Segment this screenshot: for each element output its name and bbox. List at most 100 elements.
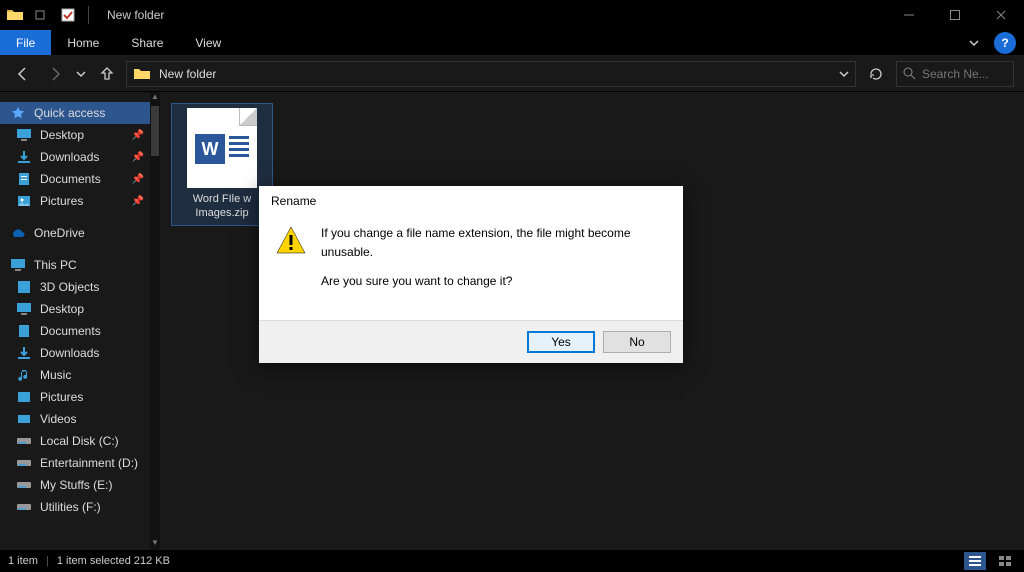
pictures-icon bbox=[16, 193, 32, 209]
back-button[interactable] bbox=[10, 61, 36, 87]
sidebar-item-label: This PC bbox=[34, 258, 77, 272]
rename-dialog: Rename If you change a file name extensi… bbox=[259, 186, 683, 363]
address-dropdown-button[interactable] bbox=[839, 69, 849, 79]
sidebar-quick-access[interactable]: Quick access bbox=[0, 102, 150, 124]
help-button[interactable]: ? bbox=[994, 32, 1016, 54]
status-item-count: 1 item bbox=[8, 555, 38, 567]
scroll-down-button[interactable]: ▼ bbox=[150, 538, 160, 550]
window-controls bbox=[886, 0, 1024, 30]
sidebar-item-downloads-pc[interactable]: Downloads bbox=[0, 342, 150, 364]
separator: | bbox=[46, 555, 49, 567]
dialog-message: If you change a file name extension, the… bbox=[321, 224, 667, 302]
scroll-thumb[interactable] bbox=[151, 106, 159, 156]
window-title: New folder bbox=[99, 8, 164, 22]
videos-icon bbox=[16, 411, 32, 427]
refresh-button[interactable] bbox=[862, 61, 890, 87]
sidebar-item-pictures[interactable]: Pictures 📌 bbox=[0, 190, 150, 212]
sidebar-item-downloads[interactable]: Downloads 📌 bbox=[0, 146, 150, 168]
sidebar-item-label: Entertainment (D:) bbox=[40, 456, 138, 470]
sidebar-item-music[interactable]: Music bbox=[0, 364, 150, 386]
downloads-icon bbox=[16, 345, 32, 361]
tab-file[interactable]: File bbox=[0, 30, 51, 55]
minimize-button[interactable] bbox=[886, 0, 932, 30]
sidebar-this-pc[interactable]: This PC bbox=[0, 254, 150, 276]
file-name: Word FIle w Images.zip bbox=[193, 192, 251, 221]
search-box[interactable] bbox=[896, 61, 1014, 87]
sidebar-item-utilities-f[interactable]: Utilities (F:) bbox=[0, 496, 150, 518]
sidebar-item-label: Videos bbox=[40, 412, 76, 426]
sidebar-item-desktop[interactable]: Desktop 📌 bbox=[0, 124, 150, 146]
up-button[interactable] bbox=[94, 61, 120, 87]
search-input[interactable] bbox=[922, 67, 1002, 81]
sidebar-item-documents-pc[interactable]: Documents bbox=[0, 320, 150, 342]
sidebar-scrollbar[interactable]: ▲ ▼ bbox=[150, 92, 160, 550]
sidebar-item-pictures-pc[interactable]: Pictures bbox=[0, 386, 150, 408]
file-item[interactable]: W Word FIle w Images.zip bbox=[172, 104, 272, 225]
yes-button[interactable]: Yes bbox=[527, 331, 595, 353]
downloads-icon bbox=[16, 149, 32, 165]
desktop-icon bbox=[16, 301, 32, 317]
ribbon-expand-button[interactable] bbox=[962, 30, 986, 55]
sidebar-item-label: Utilities (F:) bbox=[40, 500, 101, 514]
sidebar-item-label: Downloads bbox=[40, 346, 99, 360]
dialog-buttons: Yes No bbox=[259, 320, 683, 363]
sidebar-item-label: Pictures bbox=[40, 194, 83, 208]
sidebar-item-label: Documents bbox=[40, 324, 101, 338]
search-icon bbox=[903, 67, 916, 80]
star-icon bbox=[10, 105, 26, 121]
pin-icon: 📌 bbox=[132, 152, 144, 163]
sidebar-item-label: Local Disk (C:) bbox=[40, 434, 119, 448]
sidebar-item-label: Documents bbox=[40, 172, 101, 186]
title-bar: New folder bbox=[0, 0, 1024, 30]
ribbon-tabs: File Home Share View ? bbox=[0, 30, 1024, 56]
sidebar-item-desktop-pc[interactable]: Desktop bbox=[0, 298, 150, 320]
sidebar-item-my-stuffs-e[interactable]: My Stuffs (E:) bbox=[0, 474, 150, 496]
pin-icon: 📌 bbox=[132, 196, 144, 207]
breadcrumb[interactable]: New folder bbox=[159, 67, 216, 81]
sidebar-item-videos[interactable]: Videos bbox=[0, 408, 150, 430]
pin-icon: 📌 bbox=[132, 174, 144, 185]
status-bar: 1 item | 1 item selected 212 KB bbox=[0, 550, 1024, 572]
navigation-pane: Quick access Desktop 📌 Downloads 📌 Docum… bbox=[0, 92, 160, 550]
sidebar-item-label: Pictures bbox=[40, 390, 83, 404]
dialog-title: Rename bbox=[259, 186, 683, 214]
cloud-icon bbox=[10, 225, 26, 241]
tab-view[interactable]: View bbox=[179, 30, 237, 55]
sidebar-item-label: OneDrive bbox=[34, 226, 85, 240]
3d-icon bbox=[16, 279, 32, 295]
documents-icon bbox=[16, 323, 32, 339]
documents-icon bbox=[16, 171, 32, 187]
folder-icon bbox=[6, 6, 24, 24]
separator bbox=[88, 6, 89, 24]
tab-share[interactable]: Share bbox=[115, 30, 179, 55]
word-file-icon: W bbox=[187, 108, 257, 188]
close-button[interactable] bbox=[978, 0, 1024, 30]
recent-locations-button[interactable] bbox=[74, 61, 88, 87]
status-selection: 1 item selected 212 KB bbox=[57, 555, 170, 567]
sidebar-item-documents[interactable]: Documents 📌 bbox=[0, 168, 150, 190]
qat-checkbox[interactable] bbox=[56, 4, 80, 26]
qat-dropdown[interactable] bbox=[28, 4, 52, 26]
pictures-icon bbox=[16, 389, 32, 405]
disk-icon bbox=[16, 499, 32, 515]
sidebar-item-label: Desktop bbox=[40, 302, 84, 316]
pc-icon bbox=[10, 257, 26, 273]
sidebar-item-label: Music bbox=[40, 368, 71, 382]
no-button[interactable]: No bbox=[603, 331, 671, 353]
sidebar-item-3d-objects[interactable]: 3D Objects bbox=[0, 276, 150, 298]
pin-icon: 📌 bbox=[132, 130, 144, 141]
maximize-button[interactable] bbox=[932, 0, 978, 30]
navigation-bar: New folder bbox=[0, 56, 1024, 92]
address-bar[interactable]: New folder bbox=[126, 61, 856, 87]
sidebar-item-local-disk-c[interactable]: Local Disk (C:) bbox=[0, 430, 150, 452]
scroll-up-button[interactable]: ▲ bbox=[150, 92, 160, 104]
music-icon bbox=[16, 367, 32, 383]
sidebar-item-label: Quick access bbox=[34, 106, 105, 120]
sidebar-onedrive[interactable]: OneDrive bbox=[0, 222, 150, 244]
tab-home[interactable]: Home bbox=[51, 30, 115, 55]
forward-button[interactable] bbox=[42, 61, 68, 87]
sidebar-item-label: Desktop bbox=[40, 128, 84, 142]
icons-view-button[interactable] bbox=[994, 552, 1016, 570]
sidebar-item-entertainment-d[interactable]: Entertainment (D:) bbox=[0, 452, 150, 474]
details-view-button[interactable] bbox=[964, 552, 986, 570]
